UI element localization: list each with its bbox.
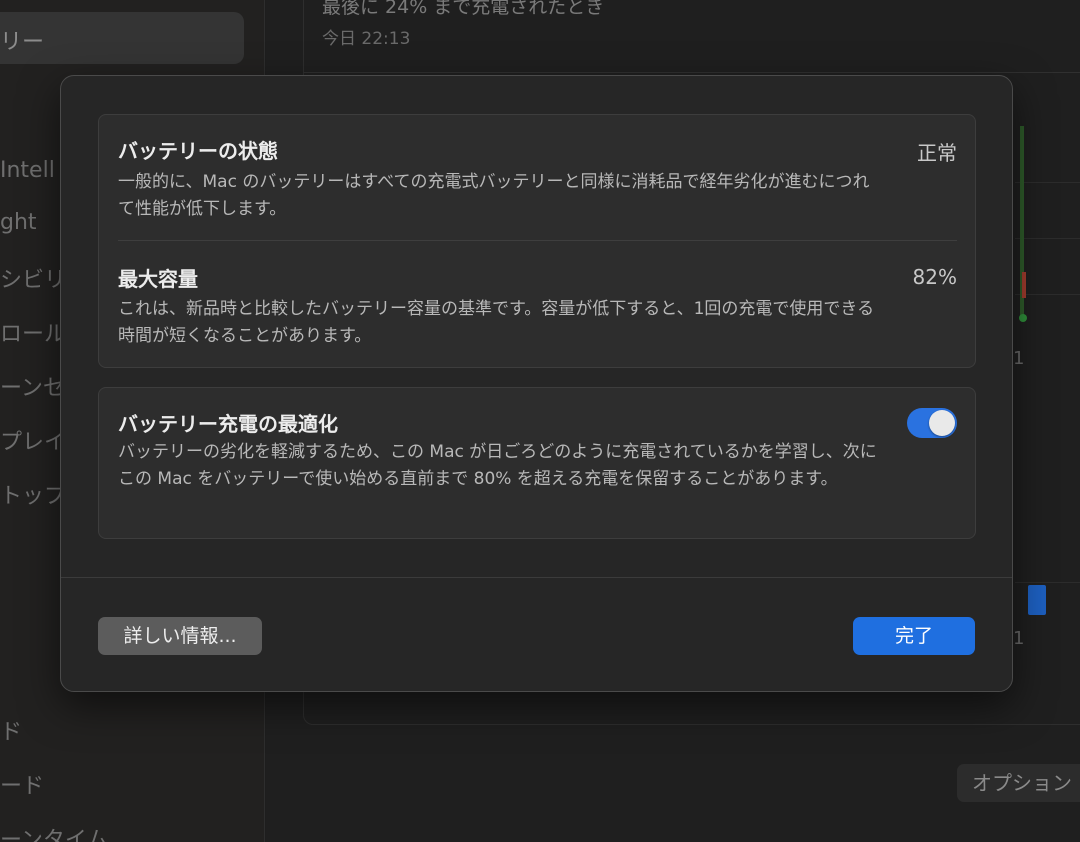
chart-gridline	[1015, 582, 1080, 583]
chart-charge-dot	[1019, 314, 1027, 322]
divider	[303, 72, 1080, 73]
last-charged-label: 最後に 24% まで充電されたとき	[322, 0, 605, 18]
battery-health-sheet: バッテリーの状態 正常 一般的に、Mac のバッテリーはすべての充電式バッテリー…	[60, 75, 1013, 692]
chart-low-level-bar	[1022, 272, 1026, 298]
chart-usage-bar	[1028, 585, 1046, 615]
optimized-charging-toggle[interactable]	[907, 408, 957, 438]
sidebar-item[interactable]: プレイ	[0, 424, 66, 456]
sidebar-item[interactable]: ロール	[0, 316, 66, 348]
sidebar-item[interactable]: ド	[0, 714, 22, 746]
done-button[interactable]: 完了	[853, 617, 975, 655]
sidebar-item[interactable]: ーンタイム	[0, 822, 108, 842]
max-capacity-description: これは、新品時と比較したバッテリー容量の基準です。容量が低下すると、1回の充電で…	[118, 299, 875, 346]
chart-gridline	[1015, 238, 1080, 239]
row-divider	[118, 240, 957, 241]
options-button[interactable]: オプション	[957, 764, 1080, 802]
battery-health-value: 正常	[917, 141, 957, 165]
max-capacity-value: 82%	[912, 265, 957, 289]
sidebar-item[interactable]: Intell	[0, 158, 55, 183]
chart-gridline	[1015, 182, 1080, 183]
optimized-charging-title: バッテリー充電の最適化	[118, 412, 338, 436]
battery-info-group: バッテリーの状態 正常 一般的に、Mac のバッテリーはすべての充電式バッテリー…	[98, 114, 976, 368]
sidebar-item[interactable]: ght	[0, 210, 37, 235]
more-info-button[interactable]: 詳しい情報...	[98, 617, 262, 655]
last-charged-time: 今日 22:13	[322, 29, 411, 49]
sidebar-item[interactable]: ーンセ	[0, 370, 65, 402]
screen: リー Intell ght シビリ ロール ーンセ プレイ トップ ド ード ー…	[0, 0, 1080, 842]
sidebar-item[interactable]: シビリ	[0, 262, 66, 294]
chart-tick-label: 1	[1013, 628, 1025, 649]
sidebar-item-battery[interactable]: リー	[0, 24, 44, 56]
max-capacity-title: 最大容量	[118, 267, 198, 291]
battery-health-title: バッテリーの状態	[118, 139, 278, 163]
optimized-charging-group: バッテリー充電の最適化 バッテリーの劣化を軽減するため、この Mac が日ごろど…	[98, 387, 976, 539]
footer-divider	[61, 577, 1012, 578]
optimized-charging-description: バッテリーの劣化を軽減するため、この Mac が日ごろどのように充電されているか…	[118, 442, 877, 489]
toggle-knob	[929, 410, 955, 436]
chart-tick-label: 1	[1013, 348, 1025, 369]
sidebar-item[interactable]: トップ	[0, 478, 66, 510]
battery-health-description: 一般的に、Mac のバッテリーはすべての充電式バッテリーと同様に消耗品で経年劣化…	[118, 172, 870, 219]
sidebar-item[interactable]: ード	[0, 768, 44, 800]
